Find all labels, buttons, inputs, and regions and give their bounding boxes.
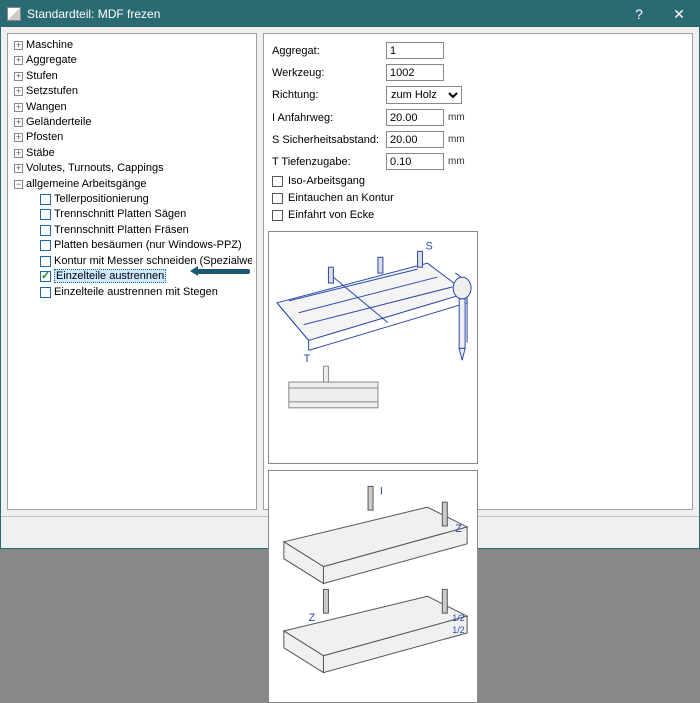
eintauchen-label: Eintauchen an Kontur xyxy=(288,192,394,204)
tree-checkbox[interactable] xyxy=(40,287,51,298)
tiefen-units: mm xyxy=(448,156,465,167)
tree-label: Platten besäumen (nur Windows-PPZ) xyxy=(54,239,242,251)
tree-label: Maschine xyxy=(26,39,73,51)
tree-op-node[interactable]: Trennschnitt Platten Fräsen xyxy=(28,223,252,238)
svg-text:S: S xyxy=(425,240,432,252)
titlebar: Standardteil: MDF frezen ? ✕ xyxy=(1,1,699,27)
tree-op-node[interactable]: Tellerpositionierung xyxy=(28,192,252,207)
tree-label: Wangen xyxy=(26,101,67,113)
svg-text:1/2: 1/2 xyxy=(452,625,464,635)
form-column: Aggregat: Werkzeug: Richtung: zum Holz I… xyxy=(268,38,688,225)
collapse-icon[interactable]: − xyxy=(14,180,23,189)
tree-checkbox[interactable] xyxy=(40,194,51,205)
tree-label: allgemeine Arbeitsgänge xyxy=(26,178,146,190)
tree-checkbox[interactable] xyxy=(40,256,51,267)
expand-icon[interactable]: + xyxy=(14,56,23,65)
expand-icon[interactable]: + xyxy=(14,103,23,112)
tree-node[interactable]: −allgemeine Arbeitsgänge Tellerpositionie… xyxy=(14,177,252,300)
tree-label: Geländerteile xyxy=(26,116,91,128)
aggregat-input[interactable] xyxy=(386,42,444,59)
anfahrweg-label: I Anfahrweg: xyxy=(272,112,382,124)
svg-text:I: I xyxy=(380,485,383,497)
iso-checkbox[interactable] xyxy=(272,176,283,187)
tree-label: Volutes, Turnouts, Cappings xyxy=(26,162,164,174)
expand-icon[interactable]: + xyxy=(14,87,23,96)
tiefen-label: T Tiefenzugabe: xyxy=(272,156,382,168)
tree-label: Trennschnitt Platten Fräsen xyxy=(54,224,189,236)
tree-node[interactable]: +Maschine xyxy=(14,38,252,53)
app-icon xyxy=(7,7,21,21)
tree-op-node[interactable]: Einzelteile austrennen mit Stegen xyxy=(28,285,252,300)
expand-icon[interactable]: + xyxy=(14,149,23,158)
tree-label: Einzelteile austrennen mit Stegen xyxy=(54,286,218,298)
detail-panel: Aggregat: Werkzeug: Richtung: zum Holz I… xyxy=(263,33,693,510)
svg-text:Z: Z xyxy=(309,612,316,624)
anfahrweg-units: mm xyxy=(448,112,465,123)
illustration-top: S T xyxy=(268,231,478,464)
help-button[interactable]: ? xyxy=(619,1,659,27)
tree-op-node[interactable]: Trennschnitt Platten Sägen xyxy=(28,207,252,222)
expand-icon[interactable]: + xyxy=(14,133,23,142)
window-title: Standardteil: MDF frezen xyxy=(27,7,619,21)
sicherheit-input[interactable] xyxy=(386,131,444,148)
tree-checkbox[interactable] xyxy=(40,271,51,282)
svg-text:1/2: 1/2 xyxy=(452,613,464,623)
aggregat-label: Aggregat: xyxy=(272,45,382,57)
werkzeug-label: Werkzeug: xyxy=(272,67,382,79)
tree-label: Tellerpositionierung xyxy=(54,193,149,205)
eintauchen-checkbox-row[interactable]: Eintauchen an Kontur xyxy=(272,192,684,204)
tree-node[interactable]: +Stäbe xyxy=(14,146,252,161)
tree-label: Aggregate xyxy=(26,54,77,66)
tree-node[interactable]: +Pfosten xyxy=(14,130,252,145)
tree-label: Stufen xyxy=(26,70,58,82)
expand-icon[interactable]: + xyxy=(14,164,23,173)
richtung-select[interactable]: zum Holz xyxy=(386,86,462,104)
anfahrweg-input[interactable] xyxy=(386,109,444,126)
tree-node[interactable]: +Stufen xyxy=(14,69,252,84)
illustration-bottom: I Z Z 1/2 1/2 xyxy=(268,470,478,703)
tree-node[interactable]: +Setzstufen xyxy=(14,84,252,99)
tree-node[interactable]: +Volutes, Turnouts, Cappings xyxy=(14,161,252,176)
content-area: +Maschine+Aggregate+Stufen+Setzstufen+Wa… xyxy=(1,27,699,516)
tree-label: Setzstufen xyxy=(26,85,78,97)
einfahrt-checkbox-row[interactable]: Einfahrt von Ecke xyxy=(272,209,684,221)
einfahrt-label: Einfahrt von Ecke xyxy=(288,209,374,221)
svg-text:Z: Z xyxy=(455,523,462,535)
iso-checkbox-row[interactable]: Iso-Arbeitsgang xyxy=(272,175,684,187)
expand-icon[interactable]: + xyxy=(14,118,23,127)
tree-label: Einzelteile austrennen xyxy=(54,269,166,283)
sicherheit-label: S Sicherheitsabstand: xyxy=(272,134,382,146)
einfahrt-checkbox[interactable] xyxy=(272,210,283,221)
eintauchen-checkbox[interactable] xyxy=(272,193,283,204)
tree-checkbox[interactable] xyxy=(40,209,51,220)
tree-node[interactable]: +Geländerteile xyxy=(14,115,252,130)
sicherheit-units: mm xyxy=(448,134,465,145)
illustration-column: S T xyxy=(268,231,478,703)
tree-node[interactable]: +Wangen xyxy=(14,100,252,115)
tree-label: Trennschnitt Platten Sägen xyxy=(54,208,186,220)
tree-checkbox[interactable] xyxy=(40,225,51,236)
expand-icon[interactable]: + xyxy=(14,72,23,81)
tree-label: Pfosten xyxy=(26,131,63,143)
tiefen-input[interactable] xyxy=(386,153,444,170)
tree-label: Kontur mit Messer schneiden (Spezialwerk… xyxy=(54,255,252,267)
annotation-arrow xyxy=(190,266,250,276)
tree-label: Stäbe xyxy=(26,147,55,159)
tree-checkbox[interactable] xyxy=(40,240,51,251)
expand-icon[interactable]: + xyxy=(14,41,23,50)
richtung-label: Richtung: xyxy=(272,89,382,101)
tree-op-node[interactable]: Platten besäumen (nur Windows-PPZ) xyxy=(28,238,252,253)
svg-text:T: T xyxy=(304,353,311,365)
close-button[interactable]: ✕ xyxy=(659,1,699,27)
tree-node[interactable]: +Aggregate xyxy=(14,53,252,68)
werkzeug-input[interactable] xyxy=(386,64,444,81)
iso-label: Iso-Arbeitsgang xyxy=(288,175,365,187)
dialog-window: Standardteil: MDF frezen ? ✕ +Maschine+A… xyxy=(0,0,700,549)
tree-panel: +Maschine+Aggregate+Stufen+Setzstufen+Wa… xyxy=(7,33,257,510)
